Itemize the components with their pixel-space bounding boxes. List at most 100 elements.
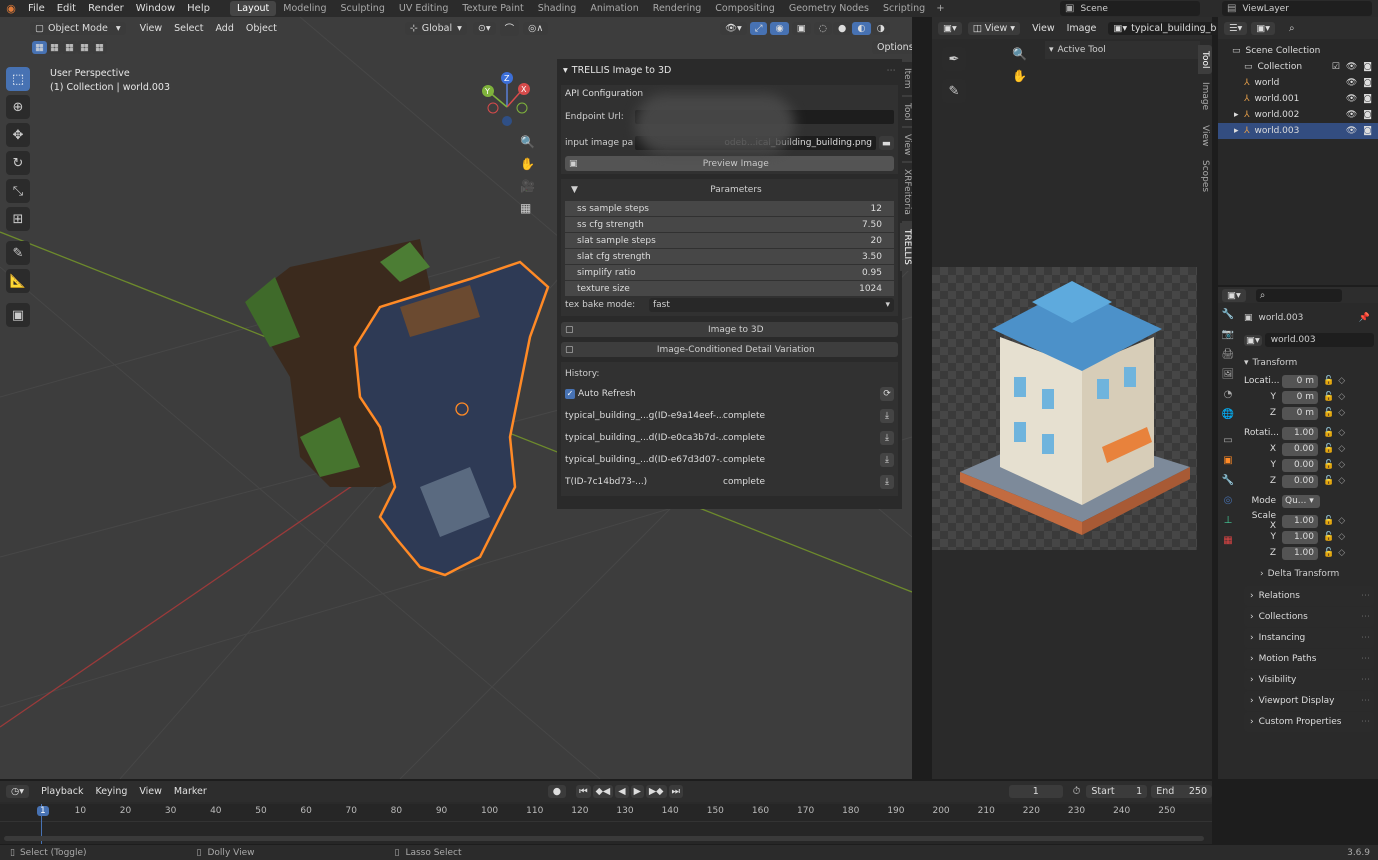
tab-sculpting[interactable]: Sculpting <box>333 1 391 16</box>
menu-help[interactable]: Help <box>181 3 216 14</box>
outliner-item[interactable]: ▸ ⅄ world.003 👁 ◙ <box>1218 123 1378 139</box>
lock-icon[interactable]: 🔓 <box>1323 516 1334 526</box>
auto-refresh-checkbox[interactable]: ✓ <box>565 389 575 399</box>
tab-texture-paint[interactable]: Texture Paint <box>455 1 530 16</box>
editor-type-icon[interactable]: ◷▾ <box>6 785 30 798</box>
bake-mode-dropdown[interactable]: fast ▾ <box>649 298 894 312</box>
play-icon[interactable]: ▶ <box>630 785 644 798</box>
keyframe-icon[interactable]: ◇ <box>1338 392 1345 402</box>
eye-icon[interactable]: 👁 <box>1346 126 1357 136</box>
section-relations[interactable]: › Relations ⋯ <box>1244 586 1374 606</box>
sample-tool-icon[interactable]: ✒ <box>942 47 966 71</box>
outliner-item[interactable]: ⅄ world.001 👁 ◙ <box>1218 91 1378 107</box>
scl-value-field[interactable]: 1.00 <box>1282 546 1318 560</box>
object-data-icon[interactable]: ▣▾ <box>1244 334 1262 346</box>
keyframe-icon[interactable]: ◇ <box>1338 516 1345 526</box>
render-tab-icon[interactable]: 📷 <box>1222 329 1234 340</box>
loc-value-field[interactable]: 0 m <box>1282 374 1318 388</box>
tab-view[interactable]: View <box>900 127 912 162</box>
drag-handle-icon[interactable]: ⋯ <box>1361 696 1370 706</box>
parameters-header[interactable]: ▼ Parameters <box>565 179 894 201</box>
outliner-item[interactable]: ▭ Collection ☑ 👁 ◙ <box>1218 59 1378 75</box>
transform-tool-icon[interactable]: ⊞ <box>6 207 30 231</box>
viewport-menu-select[interactable]: Select <box>168 23 209 34</box>
search-input[interactable]: ⌕ <box>1255 288 1342 302</box>
drag-handle-icon[interactable]: ⋯ <box>887 65 897 76</box>
panel-header[interactable]: ▾ TRELLIS Image to 3D ⋯ <box>557 59 902 81</box>
param-row[interactable]: slat sample steps 20 <box>565 233 894 248</box>
outliner-item[interactable]: ⅄ world 👁 ◙ <box>1218 75 1378 91</box>
output-tab-icon[interactable]: 🖨 <box>1222 349 1235 360</box>
viewport-menu-object[interactable]: Object <box>240 23 283 34</box>
scale-tool-icon[interactable]: ⤡ <box>6 179 30 203</box>
editor-type-icon[interactable]: ▣▾ <box>1222 288 1246 302</box>
keyframe-icon[interactable]: ◇ <box>1338 548 1345 558</box>
section-instancing[interactable]: › Instancing ⋯ <box>1244 628 1374 648</box>
properties-editor[interactable]: ▣▾ ⌕ 🔧 📷 🖨 🖼 ◔ 🌐 ▭ ▣ 🔧 ◎ ⊥ ▦ ▣ world.003… <box>1218 287 1378 779</box>
keyframe-icon[interactable]: ◇ <box>1338 408 1345 418</box>
active-tool-panel[interactable]: ▾ Active Tool <box>1045 41 1200 59</box>
outliner[interactable]: ☰▾ ▣▾ ⌕ ▭ Scene Collection ▭ Collection ☑ 👁 ◙ ⅄… <box>1218 17 1378 285</box>
cursor-tool-icon[interactable]: ⊕ <box>6 95 30 119</box>
section-viewport-display[interactable]: › Viewport Display ⋯ <box>1244 691 1374 711</box>
collection-tab-icon[interactable]: ▭ <box>1223 435 1232 446</box>
loc-value-field[interactable]: 0 m <box>1282 406 1318 420</box>
select-subtract-icon[interactable]: ▦ <box>61 41 77 54</box>
view-layer-tab-icon[interactable]: 🖼 <box>1222 369 1235 380</box>
timeline[interactable]: ◷▾ Playback Keying View Marker ● ⏮ ◆◀ ◀ ▶ ▶… <box>0 781 1212 844</box>
tab-animation[interactable]: Animation <box>583 1 645 16</box>
tool-tab-icon[interactable]: 🔧 <box>1222 309 1234 320</box>
material-shading-icon[interactable]: ◐ <box>852 21 871 35</box>
viewlayer-selector[interactable]: ▤ ViewLayer <box>1222 1 1372 16</box>
next-keyframe-icon[interactable]: ▶◆ <box>645 785 667 798</box>
blender-logo-icon[interactable]: ◉ <box>0 2 22 15</box>
image-tab-scopes[interactable]: Scopes <box>1198 154 1212 199</box>
keyframe-icon[interactable]: ◇ <box>1338 376 1345 386</box>
viewport-3d[interactable]: ▢ Object Mode ▾ View Select Add Object ⊹ Gl… <box>0 17 912 779</box>
display-mode-icon[interactable]: ▣▾ <box>1251 21 1276 35</box>
lock-icon[interactable]: 🔓 <box>1323 532 1334 542</box>
section-custom-properties[interactable]: › Custom Properties ⋯ <box>1244 712 1374 732</box>
lock-icon[interactable]: 🔓 <box>1323 548 1334 558</box>
image-tab-view[interactable]: View <box>1198 118 1212 153</box>
download-icon[interactable]: ⤓ <box>880 453 894 467</box>
camera-icon[interactable]: ◙ <box>1363 126 1372 136</box>
download-icon[interactable]: ⤓ <box>880 409 894 423</box>
select-extend-icon[interactable]: ▦ <box>46 41 62 54</box>
image-to-3d-button[interactable]: ▢ Image to 3D <box>561 322 898 337</box>
zoom-icon[interactable]: 🔍 <box>1012 47 1027 61</box>
drag-handle-icon[interactable]: ⋯ <box>1361 717 1370 727</box>
image-menu-image[interactable]: Image <box>1061 23 1103 34</box>
rot-value-field[interactable]: 0.00 <box>1282 474 1318 488</box>
lock-icon[interactable]: 🔓 <box>1323 460 1334 470</box>
object-tab-icon[interactable]: ▣ <box>1223 455 1232 466</box>
keyframe-icon[interactable]: ◇ <box>1338 532 1345 542</box>
viewport-menu-add[interactable]: Add <box>209 23 239 34</box>
image-editor[interactable]: ▣▾ ◫ View ▾ View Image ▣▾ typical_building_… <box>932 17 1222 779</box>
physics-tab-icon[interactable]: ◎ <box>1224 495 1233 506</box>
param-row[interactable]: ss sample steps 12 <box>565 201 894 216</box>
section-visibility[interactable]: › Visibility ⋯ <box>1244 670 1374 690</box>
select-tool-icon[interactable]: ⬚ <box>6 67 30 91</box>
select-invert-icon[interactable]: ▦ <box>76 41 92 54</box>
transform-orientation-dropdown[interactable]: ⊹ Global ▾ <box>404 21 467 35</box>
image-browse-button[interactable]: ▣▾ typical_building_b <box>1108 21 1222 35</box>
stopwatch-icon[interactable]: ⏱ <box>1073 786 1081 797</box>
annotate-tool-icon[interactable]: ✎ <box>942 79 966 103</box>
image-tab-image[interactable]: Image <box>1198 76 1212 117</box>
param-row[interactable]: simplify ratio 0.95 <box>565 265 894 280</box>
navigation-gizmo[interactable]: Z X Y <box>478 72 538 142</box>
view-mode-dropdown[interactable]: ◫ View ▾ <box>967 21 1021 35</box>
scene-selector[interactable]: ▣ Scene <box>1060 1 1200 16</box>
add-workspace-icon[interactable]: + <box>936 3 944 14</box>
camera-icon[interactable]: ◙ <box>1363 110 1372 120</box>
tab-xrfeitoria[interactable]: XRFeitoria <box>900 163 912 222</box>
options-button[interactable]: Options ▾ <box>872 41 912 54</box>
drag-handle-icon[interactable]: ⋯ <box>1361 654 1370 664</box>
select-intersect-icon[interactable]: ▦ <box>91 41 107 54</box>
tab-shading[interactable]: Shading <box>531 1 584 16</box>
tab-modeling[interactable]: Modeling <box>276 1 333 16</box>
lock-icon[interactable]: 🔓 <box>1323 476 1334 486</box>
keyframe-icon[interactable]: ◇ <box>1338 476 1345 486</box>
solid-shading-icon[interactable]: ● <box>833 21 852 35</box>
